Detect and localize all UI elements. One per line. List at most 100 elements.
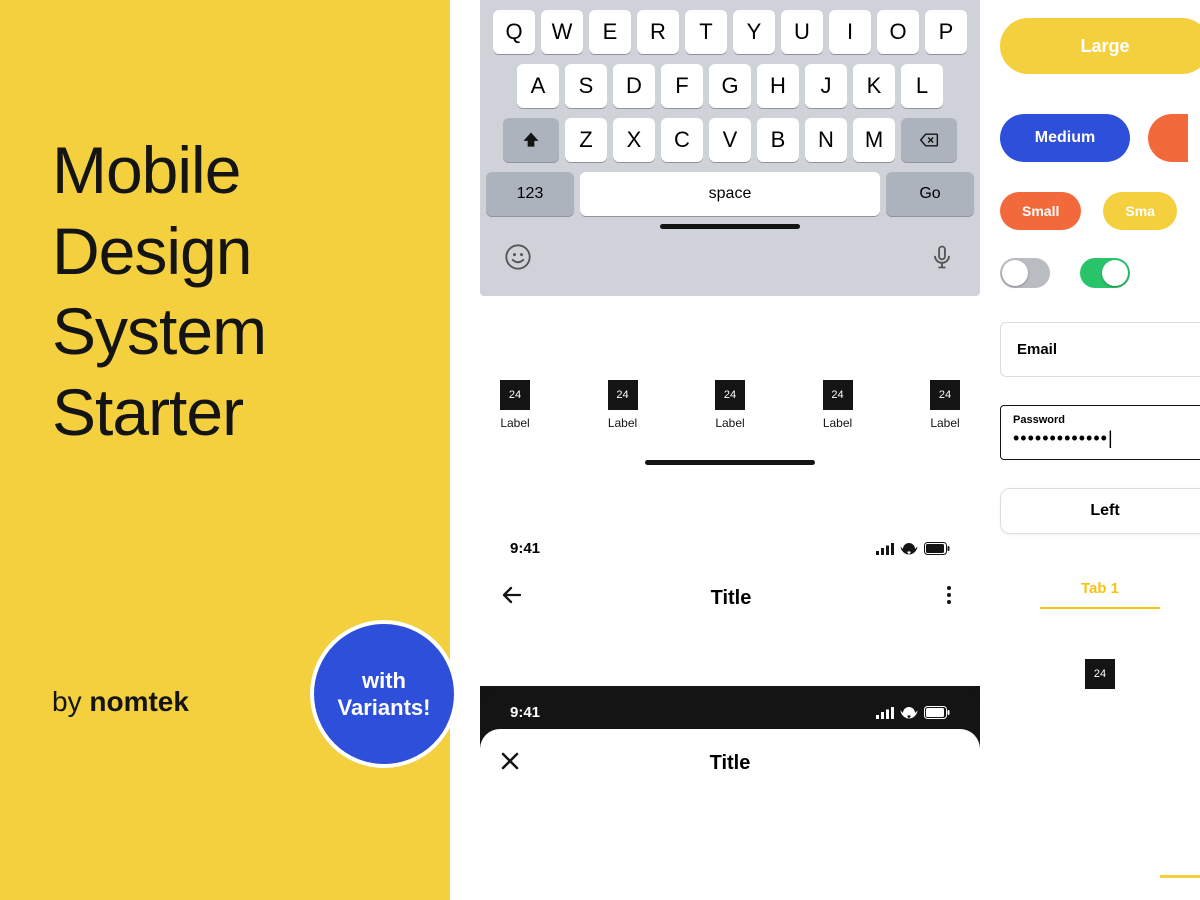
key-w[interactable]: W [541,10,583,54]
numbers-key[interactable]: 123 [486,172,574,216]
button-row: Small Sma [1000,192,1200,230]
keyboard-footer [486,239,974,290]
status-time: 9:41 [510,704,540,721]
tab-selected[interactable]: Tab 1 [1040,580,1160,609]
keyboard-row: Z X C V B N M [486,118,974,162]
tab-item[interactable]: 24 Label [608,380,638,430]
tab-item[interactable]: 24Label [930,380,960,430]
space-key[interactable]: space [580,172,880,216]
sheet-nav: Title [480,729,980,776]
button-medium[interactable]: Medium [1000,114,1130,162]
hero-panel: Mobile Design System Starter by nomtek w… [0,0,450,900]
variants-badge: with Variants! [310,620,458,768]
key-c[interactable]: C [661,118,703,162]
key-n[interactable]: N [805,118,847,162]
tab-icon: 24 [930,380,960,410]
key-v[interactable]: V [709,118,751,162]
key-l[interactable]: L [901,64,943,108]
tab-icon: 24 [500,380,530,410]
toggle-row [1000,258,1200,288]
back-icon[interactable] [500,583,524,613]
backspace-key[interactable] [901,118,957,162]
key-p[interactable]: P [925,10,967,54]
center-column: Q W E R T Y U I O P A S D F G H J K L Z [480,0,980,900]
key-r[interactable]: R [637,10,679,54]
password-field[interactable]: Password •••••••••••••| [1000,405,1200,460]
status-bar-dark: 9:41 [480,686,980,733]
key-m[interactable]: M [853,118,895,162]
battery-icon [924,542,950,555]
status-time: 9:41 [510,540,540,557]
email-field[interactable]: Email [1000,322,1200,377]
battery-icon [924,706,950,719]
toggle-off[interactable] [1000,258,1050,288]
key-o[interactable]: O [877,10,919,54]
emoji-icon[interactable] [504,243,532,276]
right-column: Large Medium Small Sma Email Password ••… [1000,0,1200,900]
backspace-icon [919,130,939,150]
byline-prefix: by [52,686,89,717]
password-dots: ••••••••••••• [1013,428,1108,448]
signal-icon [876,543,894,555]
key-q[interactable]: Q [493,10,535,54]
nav-title: Title [710,752,751,775]
tab-icon: 24 [608,380,638,410]
status-icons [876,706,950,719]
key-b[interactable]: B [757,118,799,162]
key-i[interactable]: I [829,10,871,54]
key-j[interactable]: J [805,64,847,108]
button-small[interactable]: Small [1000,192,1081,230]
tab-label: Label [823,416,852,430]
keyboard: Q W E R T Y U I O P A S D F G H J K L Z [480,0,980,296]
shift-icon [521,130,541,150]
key-t[interactable]: T [685,10,727,54]
password-label: Password [1013,414,1197,426]
key-f[interactable]: F [661,64,703,108]
key-s[interactable]: S [565,64,607,108]
tab-icon: 24 [715,380,745,410]
decorative-line [1160,875,1200,878]
wifi-icon [900,706,918,719]
key-d[interactable]: D [613,64,655,108]
key-g[interactable]: G [709,64,751,108]
tab-item[interactable]: 24 Label [823,380,853,430]
status-icons [876,542,950,555]
navbar-light: 9:41 Title [480,540,980,631]
home-indicator [660,224,800,229]
byline-brand: nomtek [89,686,189,717]
badge-line: Variants! [338,694,431,722]
go-key[interactable]: Go [886,172,974,216]
key-u[interactable]: U [781,10,823,54]
hero-title-line: Design [52,211,266,292]
key-e[interactable]: E [589,10,631,54]
key-k[interactable]: K [853,64,895,108]
signal-icon [876,707,894,719]
nav-row: Title [480,573,980,631]
segment-left[interactable]: Left [1000,488,1200,534]
button-medium-partial[interactable] [1148,114,1188,162]
icon-placeholder: 24 [1085,659,1115,689]
hero-byline: by nomtek [52,686,189,718]
home-indicator [645,460,815,465]
key-h[interactable]: H [757,64,799,108]
button-small-partial[interactable]: Sma [1103,192,1177,230]
keyboard-row: Q W E R T Y U I O P [486,10,974,54]
badge-line: with [338,667,431,695]
close-icon[interactable] [500,751,520,776]
mic-icon[interactable] [928,243,956,276]
key-x[interactable]: X [613,118,655,162]
tab-icon: 24 [823,380,853,410]
nav-title: Title [711,587,752,610]
tab-bar: 24Label 24Label 24Label 24Label 24Label [500,380,960,430]
key-a[interactable]: A [517,64,559,108]
key-y[interactable]: Y [733,10,775,54]
toggle-on[interactable] [1080,258,1130,288]
button-large[interactable]: Large [1000,18,1200,74]
more-icon[interactable] [938,584,960,612]
status-bar: 9:41 [480,540,980,573]
shift-key[interactable] [503,118,559,162]
tab-item[interactable]: 24Label [500,380,530,430]
tab-item[interactable]: 24Label [715,380,745,430]
tab-label: Label [608,416,637,430]
key-z[interactable]: Z [565,118,607,162]
